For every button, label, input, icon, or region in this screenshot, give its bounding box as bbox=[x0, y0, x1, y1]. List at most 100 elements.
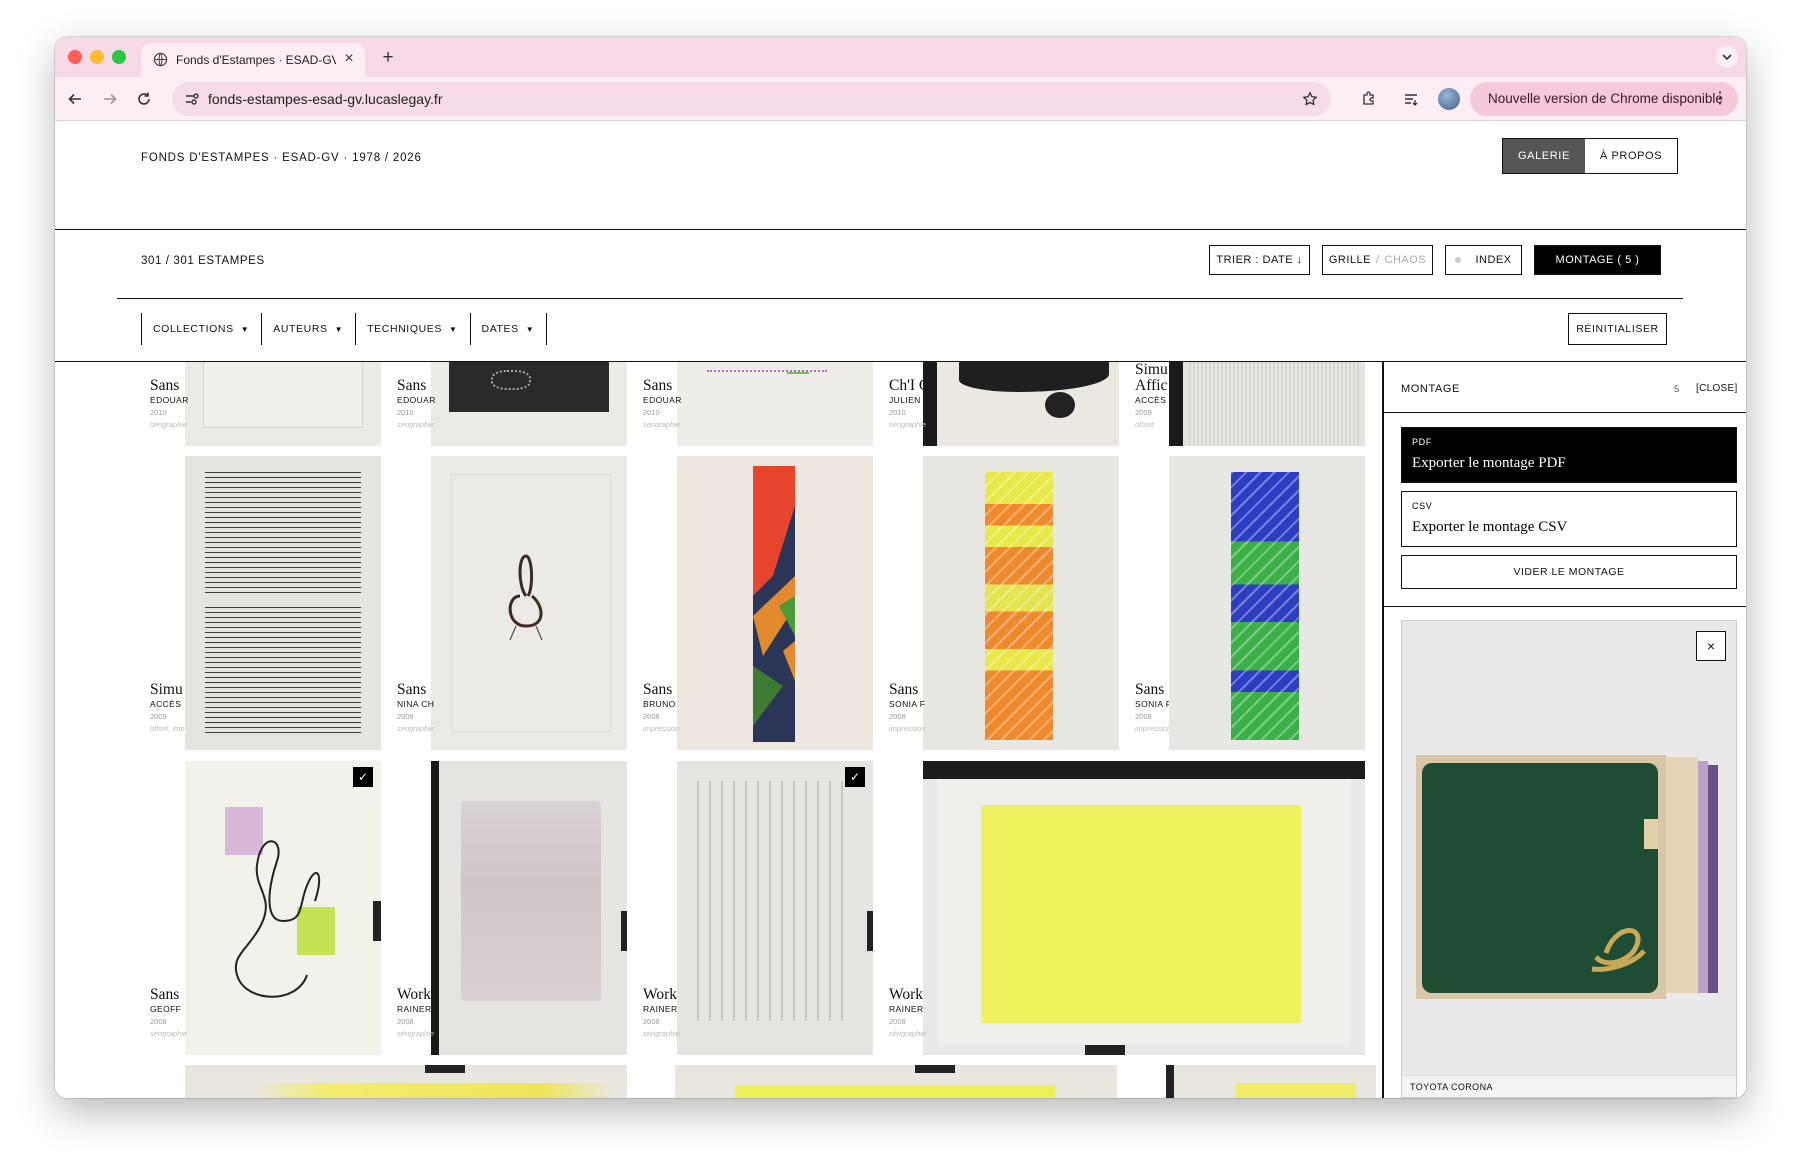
bookmark-star-icon[interactable] bbox=[1299, 88, 1321, 110]
print-thumbnail[interactable] bbox=[431, 456, 627, 750]
forward-button[interactable] bbox=[96, 85, 124, 113]
print-year: 2008 bbox=[889, 712, 906, 721]
controls-divider bbox=[117, 298, 1683, 299]
print-label[interactable]: Work RAINER 2008 sérigraphie bbox=[643, 987, 683, 1040]
print-label[interactable]: Sans EDOUAR 2010 sérigraphie bbox=[643, 378, 683, 431]
selected-check-icon[interactable]: ✓ bbox=[353, 767, 373, 787]
print-thumbnail[interactable] bbox=[1166, 1065, 1376, 1098]
selected-check-icon[interactable]: ✓ bbox=[845, 767, 865, 787]
close-window-button[interactable] bbox=[68, 50, 82, 64]
print-label[interactable]: Sans EDOUAR 2010 sérigraphie bbox=[397, 378, 437, 431]
filter-collections[interactable]: COLLECTIONS ▼ bbox=[141, 313, 263, 345]
new-tab-icon[interactable]: + bbox=[375, 45, 401, 71]
arrow-right-icon bbox=[104, 93, 117, 105]
print-label[interactable]: Sans SONIA F 2008 impression bbox=[889, 682, 929, 735]
filter-techniques[interactable]: TECHNIQUES ▼ bbox=[355, 313, 471, 345]
nav-gallery[interactable]: GALERIE bbox=[1503, 139, 1585, 173]
print-label[interactable]: Simu Affic ACCÈS 2009 offset bbox=[1135, 362, 1169, 431]
tab-search-button[interactable] bbox=[1716, 46, 1738, 68]
print-label[interactable]: Sans NINA CH 2009 sérigraphie bbox=[397, 682, 437, 735]
print-year: 2009 bbox=[150, 712, 167, 721]
print-image bbox=[959, 362, 1109, 392]
preview-close-icon[interactable]: × bbox=[1696, 631, 1726, 661]
print-image bbox=[707, 362, 827, 372]
print-thumbnail[interactable] bbox=[431, 362, 627, 446]
print-label[interactable]: Work RAINER 2008 sérigraphie bbox=[889, 987, 929, 1040]
print-label[interactable]: Sans EDOUAR 2010 sérigraphie bbox=[150, 378, 190, 431]
index-dot-icon bbox=[1455, 257, 1462, 263]
export-csv-button[interactable]: CSV Exporter le montage CSV bbox=[1401, 491, 1737, 547]
print-year: 2009 bbox=[397, 712, 414, 721]
print-image bbox=[1045, 392, 1075, 418]
zoom-window-button[interactable] bbox=[112, 50, 126, 64]
print-thumbnail[interactable]: ✓ bbox=[185, 761, 381, 1055]
print-author: NINA CH bbox=[397, 699, 435, 709]
print-year: 2010 bbox=[150, 408, 167, 417]
print-thumbnail[interactable] bbox=[675, 1065, 1117, 1098]
tab-close-icon[interactable]: × bbox=[339, 49, 359, 69]
clear-montage-button[interactable]: VIDER LE MONTAGE bbox=[1401, 555, 1737, 589]
montage-preview: × TOYOTA CORONA bbox=[1401, 620, 1737, 1098]
print-thumbnail[interactable] bbox=[185, 456, 381, 750]
reading-list-button[interactable] bbox=[1397, 85, 1425, 113]
print-thumbnail[interactable] bbox=[677, 456, 873, 750]
print-image bbox=[449, 362, 609, 412]
print-thumbnail[interactable] bbox=[431, 761, 627, 1055]
print-thumbnail[interactable] bbox=[677, 362, 873, 446]
extensions-button[interactable] bbox=[1355, 85, 1383, 113]
print-thumbnail[interactable] bbox=[185, 1065, 627, 1098]
export-pdf-button[interactable]: PDF Exporter le montage PDF bbox=[1401, 427, 1737, 483]
back-button[interactable] bbox=[61, 85, 89, 113]
print-label[interactable]: Simu ACCÈS 2009 offset, imp bbox=[150, 682, 190, 735]
minimize-window-button[interactable] bbox=[90, 50, 104, 64]
print-thumbnail[interactable] bbox=[1169, 456, 1365, 750]
address-bar[interactable]: fonds-estampes-esad-gv.lucaslegay.fr bbox=[172, 82, 1331, 116]
print-author: GEOFF bbox=[150, 1004, 182, 1014]
print-label[interactable]: Sans SONIA F 2008 impression bbox=[1135, 682, 1169, 735]
chrome-update-button[interactable]: Nouvelle version de Chrome disponible ⋮ bbox=[1470, 82, 1738, 116]
print-thumbnail[interactable] bbox=[923, 761, 1365, 1055]
arrow-left-icon bbox=[68, 93, 81, 105]
montage-button[interactable]: MONTAGE ( 5 ) bbox=[1534, 245, 1661, 275]
results-count: 301 / 301 ESTAMPES bbox=[141, 255, 265, 267]
reset-button[interactable]: RÉINITIALISER bbox=[1568, 313, 1667, 345]
index-toggle[interactable]: INDEX bbox=[1445, 245, 1522, 275]
print-image bbox=[508, 554, 543, 641]
print-technique: offset, imp bbox=[150, 724, 185, 733]
tab-strip: Fonds d'Estampes · ESAD-GV × + bbox=[55, 37, 1746, 77]
print-year: 2008 bbox=[643, 712, 660, 721]
reload-button[interactable] bbox=[130, 85, 158, 113]
filter-authors[interactable]: AUTEURS ▼ bbox=[261, 313, 357, 345]
layout-toggle[interactable]: GRILLE / CHAOS bbox=[1322, 245, 1433, 275]
index-label: INDEX bbox=[1475, 254, 1512, 266]
print-label[interactable]: Ch'I C JULIEN 2010 sérigraphie bbox=[889, 378, 929, 431]
print-thumbnail[interactable] bbox=[1169, 362, 1365, 446]
reload-icon bbox=[138, 92, 150, 105]
print-thumbnail[interactable] bbox=[185, 362, 381, 446]
print-thumbnail[interactable]: ✓ bbox=[677, 761, 873, 1055]
sort-button[interactable]: TRIER : DATE ↓ bbox=[1209, 245, 1310, 275]
print-image bbox=[981, 805, 1301, 1023]
print-label[interactable]: Work RAINER 2008 sérigraphie bbox=[397, 987, 437, 1040]
print-title: Ch'I C bbox=[889, 378, 929, 394]
print-image bbox=[205, 596, 361, 604]
print-label[interactable]: Sans BRUNO 2008 impression bbox=[643, 682, 683, 735]
print-label[interactable]: Sans GEOFF 2008 sérigraphie bbox=[150, 987, 190, 1040]
print-thumbnail[interactable] bbox=[923, 362, 1119, 446]
profile-avatar[interactable] bbox=[1438, 88, 1460, 110]
print-author: ACCÈS bbox=[1135, 395, 1167, 405]
print-year: 2008 bbox=[1135, 712, 1152, 721]
print-image bbox=[697, 781, 847, 1021]
panel-divider bbox=[1384, 606, 1746, 607]
nav-about[interactable]: À PROPOS bbox=[1585, 139, 1677, 173]
print-thumbnail[interactable] bbox=[923, 456, 1119, 750]
print-technique: sérigraphie bbox=[150, 420, 188, 429]
filter-authors-label: AUTEURS bbox=[273, 323, 328, 335]
site-settings-icon[interactable] bbox=[182, 89, 202, 109]
browser-tab[interactable]: Fonds d'Estampes · ESAD-GV × bbox=[141, 43, 365, 77]
montage-close-button[interactable]: [CLOSE] bbox=[1696, 383, 1738, 394]
filter-dates[interactable]: DATES ▼ bbox=[469, 313, 548, 345]
more-vertical-icon[interactable]: ⋮ bbox=[1712, 88, 1728, 110]
site-title: FONDS D'ESTAMPES · ESAD-GV · 1978 / 2026 bbox=[141, 152, 422, 164]
print-title: Simu Affic bbox=[1135, 362, 1168, 394]
